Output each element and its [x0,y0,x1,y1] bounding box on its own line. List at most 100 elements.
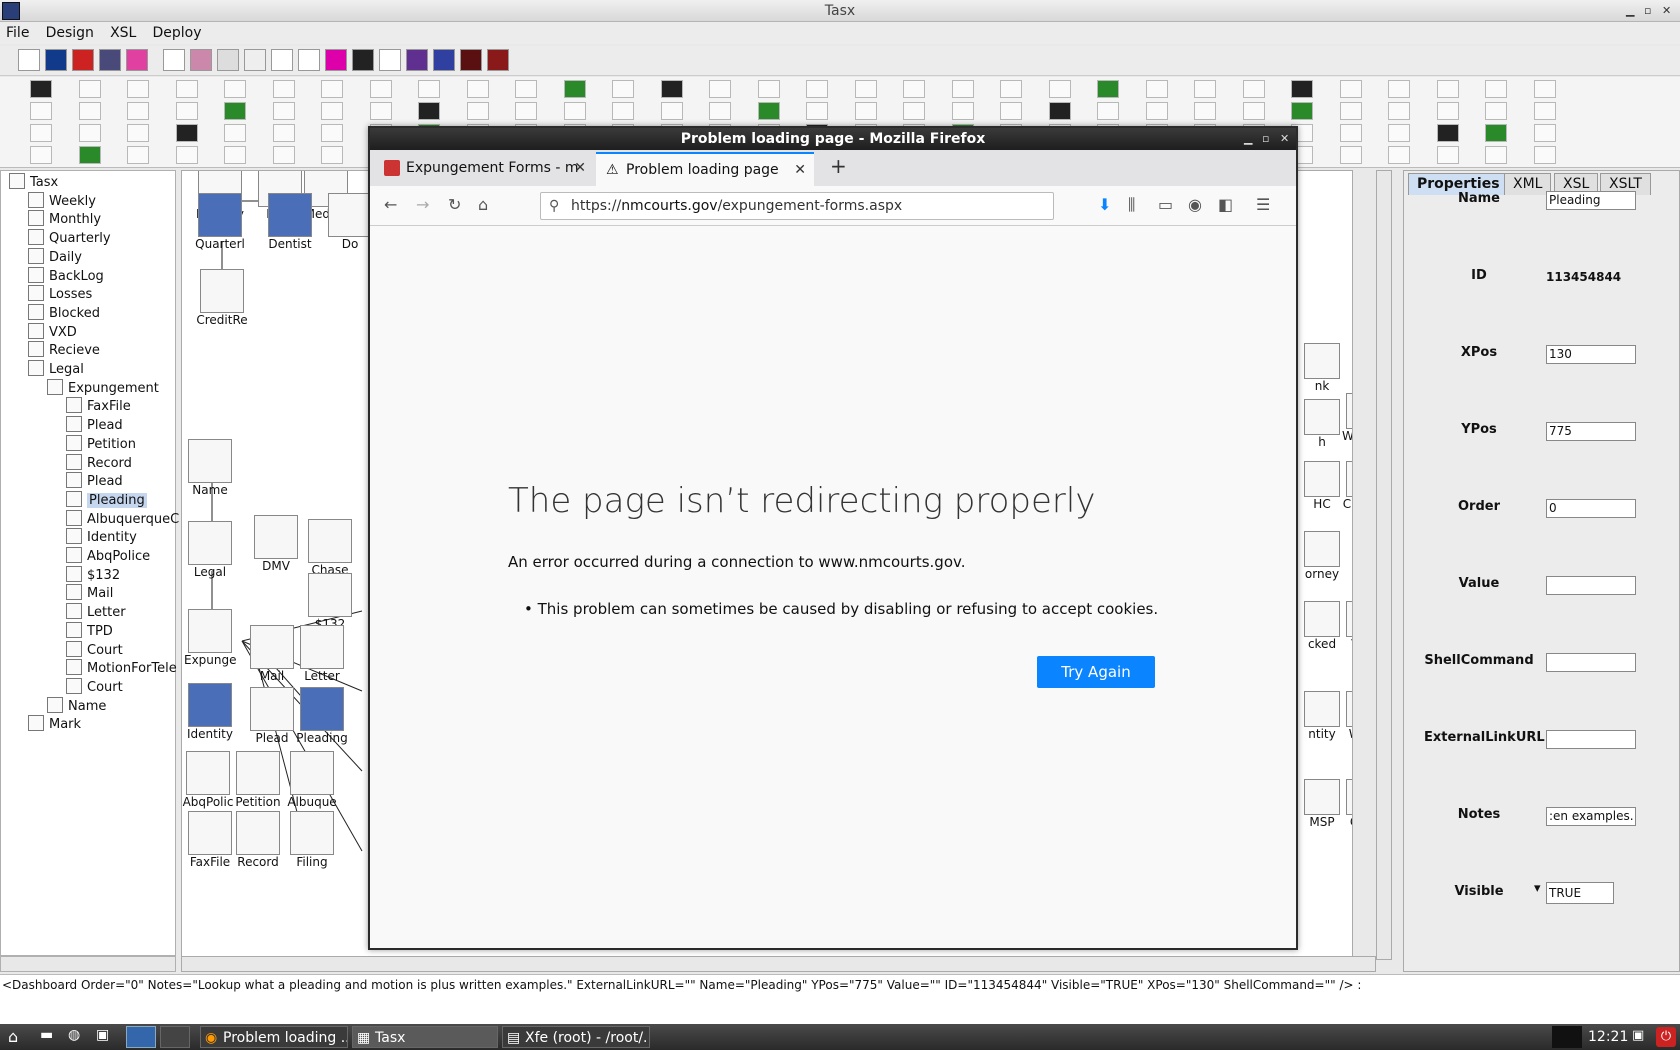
palette-shape-icon[interactable] [1533,80,1556,98]
palette-shape-icon[interactable] [660,102,683,120]
palette-shape-icon[interactable] [757,102,780,120]
palette-shape-icon[interactable] [1339,80,1362,98]
tree-item[interactable]: Blocked [28,303,100,324]
back-icon[interactable]: ← [384,195,397,214]
diagram-node[interactable]: orney [1300,531,1344,581]
diagram-node[interactable]: Expunge [184,609,237,667]
palette-shape-icon[interactable] [854,102,877,120]
palette-shape-icon[interactable] [806,102,828,120]
show-desktop-icon[interactable]: ▬ [40,1027,53,1043]
palette-shape-icon[interactable] [127,80,149,98]
task-firefox[interactable]: ◉ Problem loading ... [200,1026,348,1048]
palette-shape-icon[interactable] [78,146,101,164]
palette-shape-icon[interactable] [1097,102,1119,120]
library-icon[interactable]: ⫼ [1128,195,1135,215]
palette-shape-icon[interactable] [224,80,246,98]
palette-shape-icon[interactable] [127,146,149,164]
diagram-node[interactable]: Record [232,811,284,869]
toolbar-tool-icon[interactable] [45,49,67,71]
palette-shape-icon[interactable] [224,124,246,142]
reload-icon[interactable]: ↻ [448,195,461,214]
tree-item[interactable]: Daily [28,247,82,268]
diagram-node[interactable]: Filing [286,811,338,869]
tree-item[interactable]: Plead [66,416,123,436]
palette-shape-icon[interactable] [127,124,149,142]
extension-icon[interactable]: ◧ [1218,195,1233,214]
try-again-button[interactable]: Try Again [1037,656,1155,688]
palette-shape-icon[interactable] [78,124,101,142]
toolbar-tool-icon[interactable] [126,49,148,71]
diagram-node[interactable]: Albuque [286,751,338,809]
palette-shape-icon[interactable] [127,102,149,120]
tab-close-icon[interactable]: ✕ [574,152,586,184]
diagram-node[interactable]: AbqPolic [182,751,234,809]
browser-launcher-icon[interactable]: ◍ [68,1027,80,1043]
tab-problem-loading[interactable]: ⚠ Problem loading page ✕ [596,152,814,186]
toolbar-tool-icon[interactable] [190,49,212,71]
toolbar-tool-icon[interactable] [460,49,482,71]
canvas-vertical-scrollbar[interactable] [1376,170,1392,960]
tree-item[interactable]: Court [66,640,123,661]
forward-icon[interactable]: → [416,195,429,214]
diagram-node[interactable]: Petition [232,751,284,809]
start-menu-icon[interactable]: ⌂ [8,1027,18,1046]
tree-item[interactable]: Court [66,677,123,698]
palette-shape-icon[interactable] [1388,146,1410,164]
palette-shape-icon[interactable] [272,124,295,142]
palette-shape-icon[interactable] [175,146,198,164]
tree-item[interactable]: Legal [28,360,84,380]
palette-shape-icon[interactable] [1291,80,1313,98]
palette-shape-icon[interactable] [515,80,537,98]
palette-shape-icon[interactable] [903,80,925,98]
palette-shape-icon[interactable] [563,80,586,98]
palette-shape-icon[interactable] [709,80,731,98]
task-tasx[interactable]: ▦ Tasx [352,1026,498,1048]
palette-shape-icon[interactable] [1533,146,1556,164]
toolbar-tool-icon[interactable] [72,49,94,71]
maximize-icon[interactable]: ▫ [1644,0,1651,22]
palette-shape-icon[interactable] [951,80,974,98]
palette-shape-icon[interactable] [175,124,198,142]
palette-shape-icon[interactable] [175,80,198,98]
property-order-input[interactable]: 0 [1546,499,1636,518]
palette-shape-icon[interactable] [612,102,634,120]
palette-shape-icon[interactable] [1339,124,1362,142]
task-xfe[interactable]: ▤ Xfe (root) - /root/... [502,1026,650,1048]
palette-shape-icon[interactable] [903,102,925,120]
minimize-icon[interactable]: ▁ [1626,0,1634,22]
palette-shape-icon[interactable] [951,102,974,120]
diagram-node[interactable]: ntity [1300,691,1344,741]
palette-shape-icon[interactable] [30,146,52,164]
palette-shape-icon[interactable] [1388,124,1410,142]
tree-item[interactable]: Tasx [9,173,58,193]
property-ypos-input[interactable]: 775 [1546,422,1636,441]
diagram-node[interactable]: Letter [296,625,348,683]
sidebar-icon[interactable]: ▭ [1158,195,1173,214]
close-icon[interactable]: ✕ [1662,0,1671,22]
firefox-minimize-icon[interactable]: ▁ [1244,128,1252,150]
home-icon[interactable]: ⌂ [478,195,488,214]
toolbar-tool-icon[interactable] [271,49,293,71]
property-visible-select[interactable]: TRUE [1546,882,1614,904]
diagram-node[interactable]: Dentist [264,193,316,251]
account-icon[interactable]: ◉ [1188,195,1202,214]
property-notes-input[interactable]: :en examples. [1546,807,1636,826]
diagram-node[interactable]: Chase [304,519,356,577]
palette-shape-icon[interactable] [175,102,198,120]
diagram-node[interactable]: h [1300,399,1344,449]
tree-item[interactable]: TPD [66,621,113,642]
property-xpos-input[interactable]: 130 [1546,345,1636,364]
toolbar-tool-icon[interactable] [99,49,121,71]
tree-item[interactable]: Record [66,453,132,474]
palette-shape-icon[interactable] [612,80,634,98]
tree-item[interactable]: BackLog [28,266,104,287]
toolbar-tool-icon[interactable] [406,49,428,71]
diagram-node[interactable]: VXD [1342,601,1352,651]
workspace-1[interactable] [126,1026,156,1048]
tree-item[interactable]: MotionForTele [66,659,177,679]
diagram-node[interactable]: Witnesse [1342,393,1352,443]
palette-shape-icon[interactable] [1436,124,1459,142]
palette-shape-icon[interactable] [272,102,295,120]
palette-shape-icon[interactable] [563,102,586,120]
palette-shape-icon[interactable] [1242,80,1265,98]
